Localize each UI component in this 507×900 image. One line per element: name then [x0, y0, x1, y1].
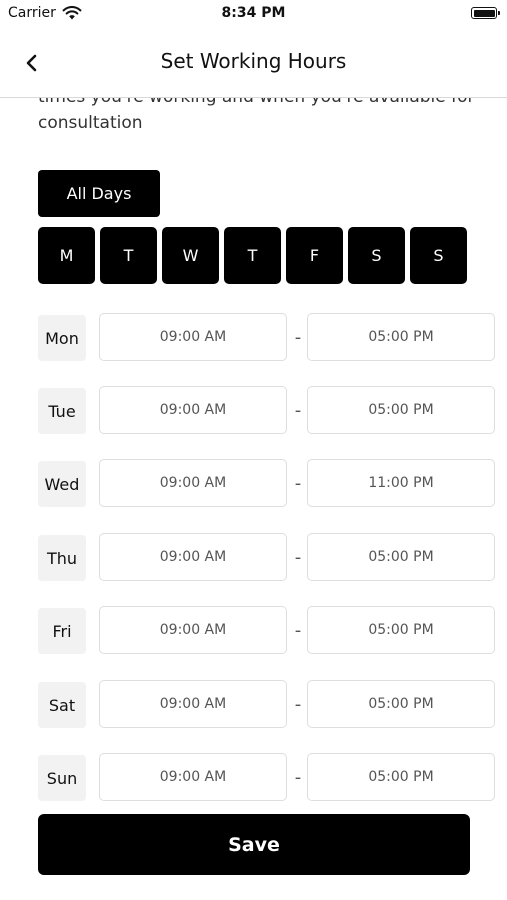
end-time-field[interactable]: 05:00 PM [307, 606, 495, 654]
schedule-row-tuesday: Tue 09:00 AM - 05:00 PM [38, 386, 498, 436]
end-time-field[interactable]: 05:00 PM [307, 753, 495, 801]
time-separator: - [294, 399, 302, 421]
end-time-field[interactable]: 05:00 PM [307, 386, 495, 434]
battery-icon [471, 7, 500, 19]
schedule-row-sunday: Sun 09:00 AM - 05:00 PM [38, 753, 498, 803]
end-time-field[interactable]: 11:00 PM [307, 459, 495, 507]
day-label: Sun [38, 755, 86, 801]
start-time-field[interactable]: 09:00 AM [99, 386, 287, 434]
time-separator: - [294, 693, 302, 715]
day-button-friday[interactable]: F [286, 227, 343, 284]
time-separator: - [294, 326, 302, 348]
day-label: Thu [38, 535, 86, 581]
day-label: Tue [38, 388, 86, 434]
schedule-row-thursday: Thu 09:00 AM - 05:00 PM [38, 533, 498, 583]
status-bar: Carrier 8:34 PM [0, 0, 507, 28]
scroll-content[interactable]: times you're working and when you're ava… [0, 98, 507, 900]
day-button-monday[interactable]: M [38, 227, 95, 284]
day-label: Wed [38, 461, 86, 507]
start-time-field[interactable]: 09:00 AM [99, 459, 287, 507]
day-label: Fri [38, 608, 86, 654]
day-button-tuesday[interactable]: T [100, 227, 157, 284]
start-time-field[interactable]: 09:00 AM [99, 606, 287, 654]
day-label: Mon [38, 315, 86, 361]
status-time: 8:34 PM [221, 5, 286, 21]
weekday-selector: M T W T F S S [38, 227, 467, 284]
end-time-field[interactable]: 05:00 PM [307, 533, 495, 581]
time-separator: - [294, 472, 302, 494]
day-button-saturday[interactable]: S [348, 227, 405, 284]
time-separator: - [294, 546, 302, 568]
all-days-button[interactable]: All Days [38, 170, 160, 217]
page-title: Set Working Hours [160, 49, 347, 73]
save-button[interactable]: Save [38, 814, 470, 875]
schedule-row-friday: Fri 09:00 AM - 05:00 PM [38, 606, 498, 656]
day-button-thursday[interactable]: T [224, 227, 281, 284]
end-time-field[interactable]: 05:00 PM [307, 680, 495, 728]
start-time-field[interactable]: 09:00 AM [99, 533, 287, 581]
navigation-bar: Set Working Hours [0, 36, 507, 88]
schedule-row-wednesday: Wed 09:00 AM - 11:00 PM [38, 459, 498, 509]
day-label: Sat [38, 682, 86, 728]
day-button-sunday[interactable]: S [410, 227, 467, 284]
end-time-field[interactable]: 05:00 PM [307, 313, 495, 361]
start-time-field[interactable]: 09:00 AM [99, 680, 287, 728]
schedule-row-saturday: Sat 09:00 AM - 05:00 PM [38, 680, 498, 730]
description-text: times you're working and when you're ava… [38, 98, 475, 133]
start-time-field[interactable]: 09:00 AM [99, 753, 287, 801]
time-separator: - [294, 766, 302, 788]
time-separator: - [294, 619, 302, 641]
start-time-field[interactable]: 09:00 AM [99, 313, 287, 361]
day-button-wednesday[interactable]: W [162, 227, 219, 284]
schedule-row-monday: Mon 09:00 AM - 05:00 PM [38, 313, 498, 363]
